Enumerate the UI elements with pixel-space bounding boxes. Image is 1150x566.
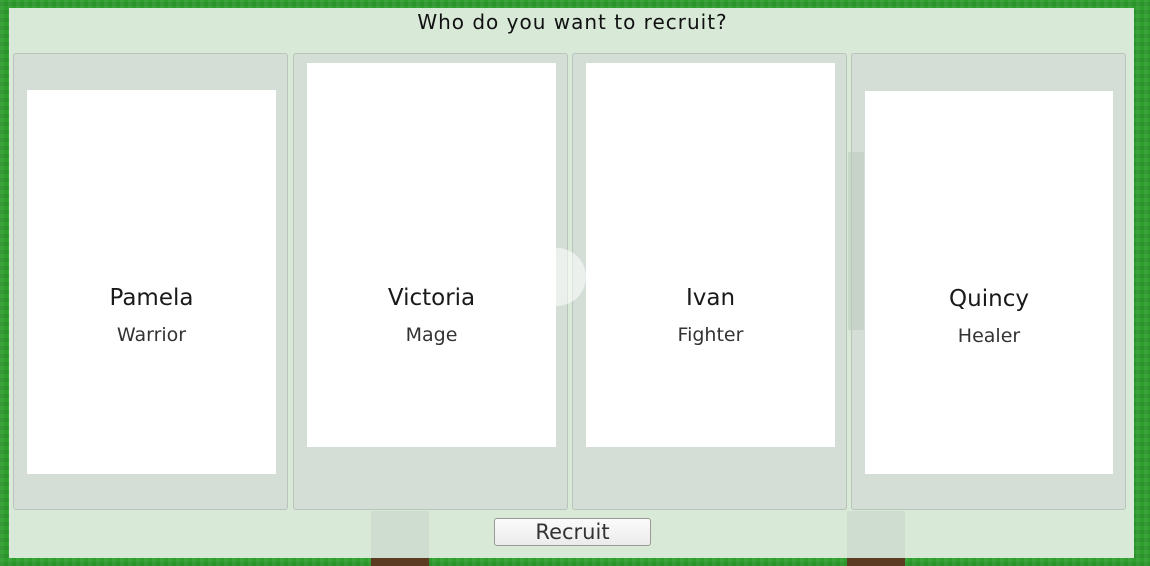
candidate-card-4[interactable]: Quincy Healer bbox=[865, 91, 1113, 474]
candidate-slot-2[interactable]: Victoria Mage bbox=[293, 53, 568, 510]
candidate-name: Ivan bbox=[685, 285, 736, 311]
background-post bbox=[371, 511, 429, 566]
dialog-title: Who do you want to recruit? bbox=[417, 10, 728, 34]
candidate-card-3[interactable]: Ivan Fighter bbox=[586, 63, 835, 447]
candidate-slot-4[interactable]: Quincy Healer bbox=[851, 53, 1126, 510]
recruit-button[interactable]: Recruit bbox=[494, 518, 651, 546]
candidate-class: Warrior bbox=[116, 324, 187, 346]
background-post bbox=[847, 511, 905, 566]
background-shape bbox=[848, 152, 864, 330]
candidate-slot-3[interactable]: Ivan Fighter bbox=[572, 53, 847, 510]
candidate-slot-1[interactable]: Pamela Warrior bbox=[13, 53, 288, 510]
candidate-name: Pamela bbox=[109, 285, 194, 311]
candidate-class: Healer bbox=[957, 325, 1021, 347]
candidate-class: Fighter bbox=[677, 324, 744, 346]
candidate-card-1[interactable]: Pamela Warrior bbox=[27, 90, 276, 474]
candidate-card-2[interactable]: Victoria Mage bbox=[307, 63, 556, 447]
candidate-name: Quincy bbox=[949, 286, 1029, 312]
candidate-class: Mage bbox=[405, 324, 458, 346]
candidate-name: Victoria bbox=[387, 285, 476, 311]
